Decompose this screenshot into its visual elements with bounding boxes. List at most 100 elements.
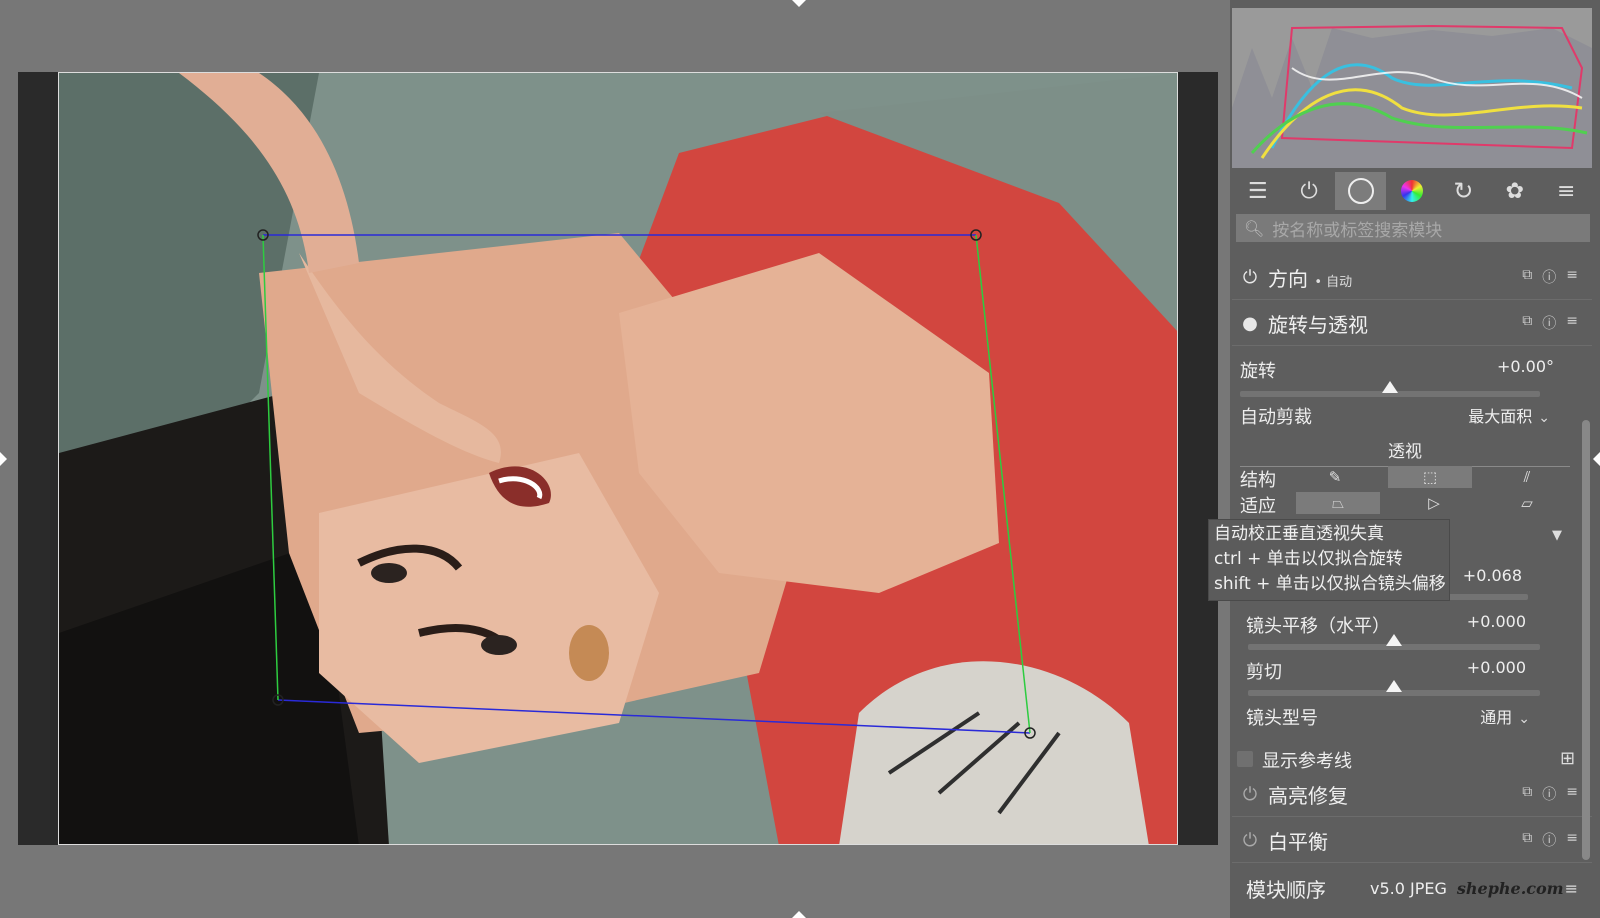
module-name: 高亮修复 [1268,783,1348,808]
lens-horizontal-value: +0.000 [1466,612,1526,631]
fit-horizontal-button[interactable]: ▷ [1396,492,1472,514]
watermark: shephe.com [1456,878,1564,898]
color-wheel-icon [1400,180,1423,202]
show-guides-label: 显示参考线 [1262,751,1352,772]
reset-icon[interactable]: ⓘ [1542,830,1556,850]
menu-icon: ≡ [1557,178,1576,204]
fit-both-button[interactable]: ⏥ [1490,492,1564,514]
copy-icon[interactable]: ⧉ [1522,784,1532,804]
power-icon[interactable]: ⏻ [1232,784,1268,805]
shear-track[interactable] [1248,680,1540,696]
show-guides-checkbox[interactable] [1237,751,1253,767]
detect-lines-button[interactable]: ⫽ [1490,466,1564,488]
lens-horizontal-label: 镜头平移（水平） [1246,616,1390,637]
top-edge-marker [792,0,806,7]
tooltip-line: 自动校正垂直透视失真 [1214,524,1384,544]
tab-base[interactable] [1334,172,1387,210]
trapezoid-horizontal-icon: ▷ [1428,494,1440,512]
search-placeholder: 按名称或标签搜索模块 [1272,220,1443,241]
tab-effect[interactable]: ✿ [1489,172,1540,210]
module-search-box[interactable]: 🔍︎ 按名称或标签搜索模块 [1236,214,1590,242]
lens-model-select[interactable]: 镜头型号 通用 ⌄ [1246,704,1570,732]
lens-horizontal-track[interactable] [1248,634,1540,650]
copy-icon[interactable]: ⧉ [1522,313,1532,333]
right-edge-marker [1593,452,1600,466]
presets-menu-icon[interactable]: ≡ [1566,313,1578,333]
presets-menu-icon[interactable]: ≡ [1566,267,1578,287]
module-order-bar[interactable]: 模块顺序 v5.0 JPEG shephe.com ≡ [1232,866,1592,910]
tooltip: 自动校正垂直透视失真 ctrl + 单击以仅拟合旋转 shift + 单击以仅拟… [1208,519,1450,601]
rotation-value: +0.00° [1496,357,1554,376]
module-actions: ⧉ ⓘ ≡ [1522,784,1578,804]
image-canvas[interactable] [0,0,1230,918]
circle-icon [1347,178,1374,204]
fit-label: 适应 [1240,496,1276,517]
photo-preview [58,72,1178,845]
tab-color[interactable] [1386,172,1437,210]
bottom-edge-marker [792,911,806,918]
lens-model-value: 通用 ⌄ [1480,708,1530,727]
tab-correct[interactable]: ↻ [1438,172,1489,210]
sliders-icon: ☰ [1247,178,1268,204]
tab-active-modules[interactable]: ⏻ [1283,172,1334,210]
power-icon[interactable]: ⏻ [1232,830,1268,851]
trapezoid-both-icon: ⏥ [1521,494,1533,512]
lines-icon: ⫽ [1523,468,1531,486]
presets-menu-icon[interactable]: ≡ [1566,784,1578,804]
auto-crop-value: 最大面积 ⌄ [1468,407,1550,426]
show-guides-row: 显示参考线 [1262,747,1586,772]
power-on-icon[interactable]: ● [1232,313,1268,334]
shear-value: +0.000 [1466,658,1526,677]
presets-menu-icon[interactable]: ≡ [1566,830,1578,850]
auto-crop-label: 自动剪裁 [1240,407,1312,428]
shear-slider[interactable]: 剪切 +0.000 [1246,658,1570,700]
refresh-icon: ↻ [1453,177,1474,205]
lens-shift-horizontal-slider[interactable]: 镜头平移（水平） +0.000 [1246,612,1570,654]
grid-icon[interactable]: ⊞ [1560,748,1575,769]
structure-label: 结构 [1240,470,1276,491]
search-icon: 🔍︎ [1244,218,1265,238]
chevron-down-icon: ⌄ [1538,410,1550,426]
presets-menu-icon[interactable]: ≡ [1565,879,1578,898]
rectangle-icon: ⬚ [1422,468,1438,486]
pencil-icon: ✎ [1328,468,1342,486]
lens-vertical-track[interactable] [1444,594,1528,600]
rotation-slider[interactable]: 旋转 +0.00° [1240,357,1564,397]
reset-icon[interactable]: ⓘ [1542,784,1556,804]
reset-icon[interactable]: ⓘ [1542,267,1556,287]
copy-icon[interactable]: ⧉ [1522,830,1532,850]
tooltip-line: ctrl + 单击以仅拟合旋转 [1214,549,1403,569]
shear-label: 剪切 [1246,662,1282,683]
chevron-down-icon: ⌄ [1518,711,1530,727]
rotation-track[interactable] [1240,381,1540,397]
power-icon[interactable]: ⏻ [1232,267,1268,288]
module-highlight-recovery[interactable]: ⏻ 高亮修复 ⧉ ⓘ ≡ [1232,772,1592,817]
tab-quick-access[interactable]: ☰ [1232,172,1283,210]
reset-icon[interactable]: ⓘ [1542,313,1556,333]
module-actions: ⧉ ⓘ ≡ [1522,313,1578,333]
draw-rectangle-button[interactable]: ⬚ [1388,466,1472,488]
histogram[interactable] [1232,8,1592,168]
power-icon: ⏻ [1300,178,1318,204]
module-rotate-perspective[interactable]: ● 旋转与透视 ⧉ ⓘ ≡ [1232,301,1592,346]
module-group-tabs: ☰ ⏻ ↻ ✿ ≡ [1232,172,1592,210]
fit-vertical-button[interactable]: ⏢ [1296,492,1380,514]
copy-icon[interactable]: ⧉ [1522,267,1532,287]
module-actions: ⧉ ⓘ ≡ [1522,267,1578,287]
left-edge-marker [0,452,7,466]
draw-lines-button[interactable]: ✎ [1300,466,1370,488]
collapse-triangle-icon[interactable]: ▼ [1552,528,1562,543]
lens-horizontal-thumb[interactable] [1386,634,1402,646]
module-name: 白平衡 [1268,829,1328,854]
shear-thumb[interactable] [1386,680,1402,692]
lens-vertical-value: +0.068 [1462,566,1522,585]
module-orientation[interactable]: ⏻ 方向 • 自动 ⧉ ⓘ ≡ [1232,255,1592,300]
module-actions: ⧉ ⓘ ≡ [1522,830,1578,850]
panel-scrollbar[interactable] [1582,420,1590,860]
rotation-thumb[interactable] [1382,381,1398,393]
module-white-balance[interactable]: ⏻ 白平衡 ⧉ ⓘ ≡ [1232,818,1592,863]
tab-presets-menu[interactable]: ≡ [1541,172,1592,210]
auto-crop-select[interactable]: 自动剪裁 最大面积 ⌄ [1240,403,1564,431]
palette-icon: ✿ [1505,178,1525,204]
tooltip-line: shift + 单击以仅拟合镜头偏移 [1214,574,1446,594]
